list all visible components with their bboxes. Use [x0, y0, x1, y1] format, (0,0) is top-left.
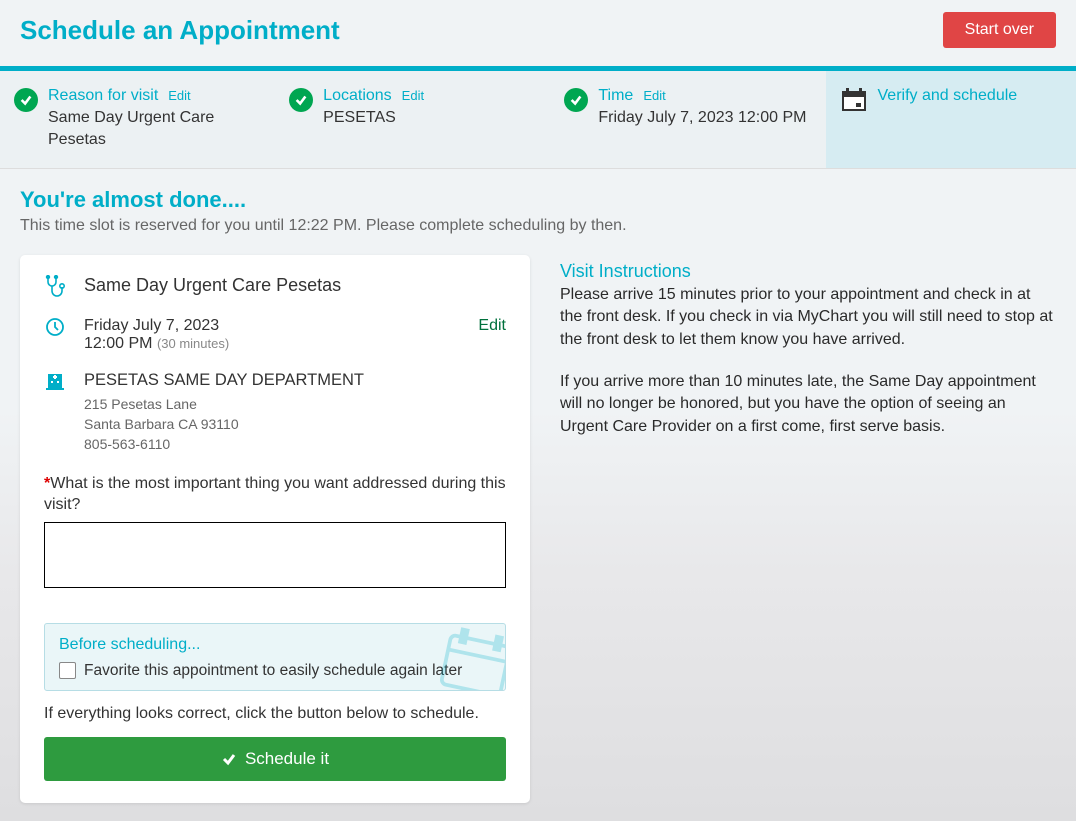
step-reason-value: Same Day Urgent Care Pesetas — [48, 107, 261, 152]
step-time-value: Friday July 7, 2023 12:00 PM — [598, 107, 806, 129]
confirm-text: If everything looks correct, click the b… — [44, 705, 506, 723]
calendar-icon — [840, 87, 868, 113]
instructions-p1: Please arrive 15 minutes prior to your a… — [560, 284, 1056, 351]
department-name: PESETAS SAME DAY DEPARTMENT — [84, 371, 506, 390]
step-locations-edit[interactable]: Edit — [402, 88, 424, 103]
check-icon — [564, 88, 588, 112]
address-line2: Santa Barbara CA 93110 — [84, 414, 506, 434]
favorite-row[interactable]: Favorite this appointment to easily sche… — [59, 662, 491, 680]
step-verify-title: Verify and schedule — [878, 87, 1018, 105]
step-time-title: Time — [598, 87, 633, 105]
workflow-steps: Reason for visit Edit Same Day Urgent Ca… — [0, 71, 1076, 169]
page-title: Schedule an Appointment — [20, 15, 340, 46]
schedule-button-label: Schedule it — [245, 749, 329, 769]
check-icon — [289, 88, 313, 112]
instructions-title: Visit Instructions — [560, 261, 1056, 282]
check-icon — [221, 751, 237, 767]
reason-textarea[interactable] — [44, 522, 506, 588]
step-reason: Reason for visit Edit Same Day Urgent Ca… — [0, 71, 275, 168]
phone-number: 805-563-6110 — [84, 434, 506, 454]
step-locations-value: PESETAS — [323, 107, 424, 129]
step-locations: Locations Edit PESETAS — [275, 71, 550, 168]
almost-done-heading: You're almost done.... — [20, 187, 1056, 213]
favorite-label: Favorite this appointment to easily sche… — [84, 662, 462, 680]
instructions-p2: If you arrive more than 10 minutes late,… — [560, 371, 1056, 438]
edit-time-link[interactable]: Edit — [478, 317, 506, 335]
appointment-date: Friday July 7, 2023 — [84, 317, 229, 335]
calendar-bg-icon — [434, 623, 506, 691]
hospital-icon — [44, 371, 66, 391]
appointment-duration: (30 minutes) — [157, 336, 229, 351]
address-line1: 215 Pesetas Lane — [84, 394, 506, 414]
reserved-notice: This time slot is reserved for you until… — [20, 217, 1056, 235]
step-reason-edit[interactable]: Edit — [168, 88, 190, 103]
appointment-time: 12:00 PM — [84, 335, 152, 352]
schedule-button[interactable]: Schedule it — [44, 737, 506, 781]
clock-icon — [44, 317, 66, 337]
stethoscope-icon — [44, 275, 66, 299]
favorite-checkbox[interactable] — [59, 662, 76, 679]
step-verify: Verify and schedule — [826, 71, 1076, 168]
check-icon — [14, 88, 38, 112]
header-bar: Schedule an Appointment Start over — [0, 0, 1076, 71]
visit-name: Same Day Urgent Care Pesetas — [84, 275, 506, 296]
before-scheduling-box: Before scheduling... Favorite this appoi… — [44, 623, 506, 691]
step-time-edit[interactable]: Edit — [643, 88, 665, 103]
step-locations-title: Locations — [323, 87, 392, 105]
appointment-card: Same Day Urgent Care Pesetas Friday July… — [20, 255, 530, 803]
start-over-button[interactable]: Start over — [943, 12, 1056, 48]
step-time: Time Edit Friday July 7, 2023 12:00 PM — [550, 71, 825, 168]
before-scheduling-title: Before scheduling... — [59, 636, 491, 654]
instructions-column: Visit Instructions Please arrive 15 minu… — [560, 255, 1056, 458]
reason-question-label: *What is the most important thing you wa… — [44, 473, 506, 516]
step-reason-title: Reason for visit — [48, 87, 158, 105]
